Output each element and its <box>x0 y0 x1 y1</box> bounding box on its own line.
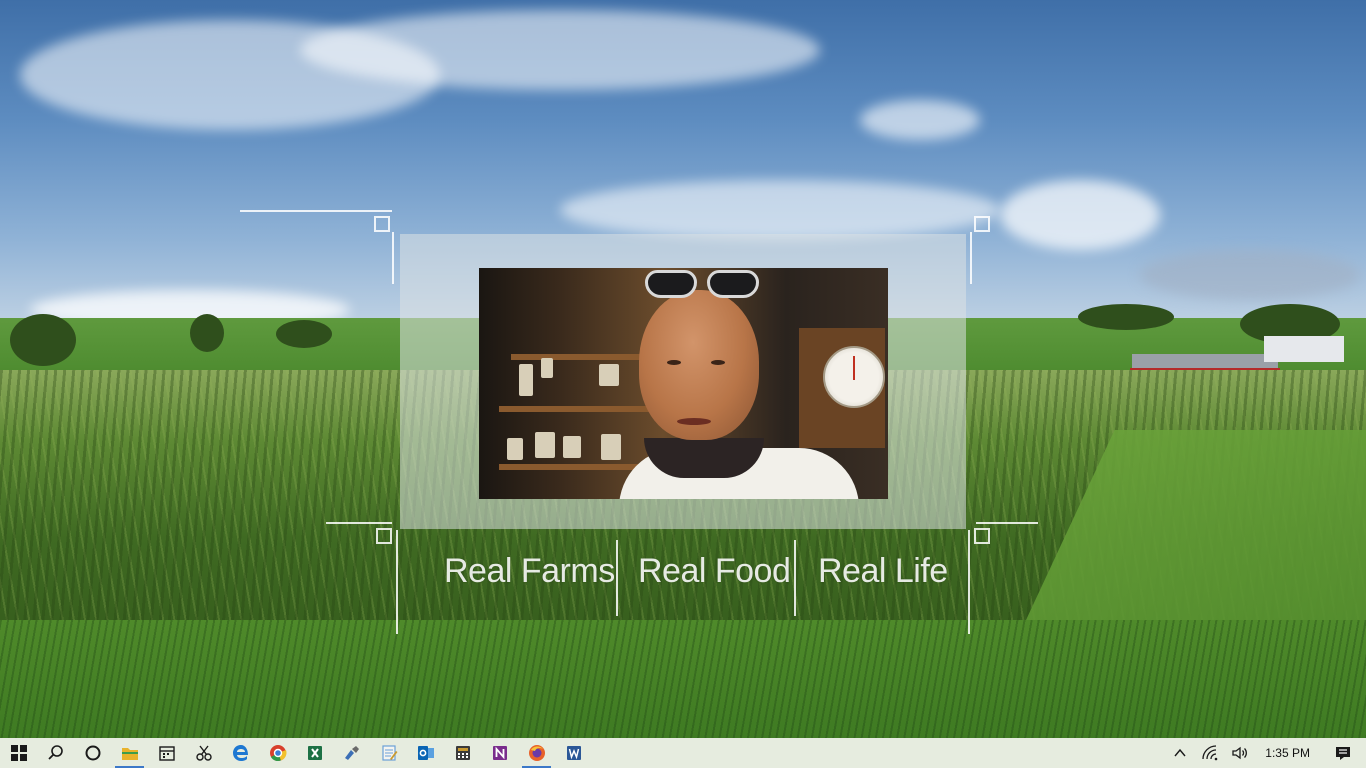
person-mouth <box>677 418 711 425</box>
outlook-button[interactable] <box>407 738 444 768</box>
frame-bracket-top-left <box>240 210 392 212</box>
cloud <box>1140 250 1360 300</box>
person-eye <box>667 360 681 365</box>
tree <box>190 314 224 352</box>
sunglasses-lens <box>645 270 697 298</box>
chrome-icon <box>269 745 287 762</box>
farmhouse <box>1264 336 1344 362</box>
cortana-icon <box>85 745 100 761</box>
taskbar-clock[interactable]: 1:35 PM <box>1255 746 1320 760</box>
excel-button[interactable] <box>296 738 333 768</box>
frame-corner-square <box>374 216 390 232</box>
jar <box>541 358 553 378</box>
system-tray: 1:35 PM <box>1165 738 1366 768</box>
onenote-icon <box>492 746 507 760</box>
firefox-button[interactable] <box>518 738 555 768</box>
tagline-real-food: Real Food <box>638 552 791 590</box>
person-eye <box>711 360 725 365</box>
frame-corner-square <box>974 528 990 544</box>
show-hidden-icons-button[interactable] <box>1165 738 1195 768</box>
shelf <box>499 406 649 412</box>
paint-button[interactable] <box>333 738 370 768</box>
search-icon <box>47 745 63 760</box>
search-button[interactable] <box>37 738 74 768</box>
sunglasses-lens <box>707 270 759 298</box>
shelf <box>511 354 641 360</box>
action-center-icon <box>1336 747 1350 760</box>
frame-bracket-bottom-right <box>976 522 1038 524</box>
notepad-icon <box>381 745 397 761</box>
cloud <box>560 180 1000 240</box>
outlook-icon <box>417 746 434 760</box>
tree <box>276 320 332 348</box>
volume-button[interactable] <box>1225 738 1255 768</box>
sunglasses <box>645 270 761 300</box>
snipping-tool-button[interactable] <box>185 738 222 768</box>
jar <box>601 434 621 460</box>
frame-bracket-bottom-right-vertical <box>968 530 970 634</box>
frame-bracket-top-left-vertical <box>392 232 394 284</box>
cloud <box>860 100 980 140</box>
frame-bracket-bottom-left-vertical <box>396 530 398 634</box>
jar <box>519 364 533 396</box>
tagline-separator <box>794 540 796 616</box>
jar <box>507 438 523 460</box>
scale-needle <box>853 356 855 380</box>
calendar-button[interactable] <box>148 738 185 768</box>
volume-icon <box>1232 746 1248 760</box>
notepad-button[interactable] <box>370 738 407 768</box>
shelf <box>499 464 649 470</box>
network-button[interactable] <box>1195 738 1225 768</box>
file-explorer-icon <box>121 748 138 760</box>
calendar-icon <box>158 746 175 761</box>
start-icon <box>10 745 27 761</box>
file-explorer-button[interactable] <box>111 738 148 768</box>
chrome-button[interactable] <box>259 738 296 768</box>
taskbar: 1:35 PM <box>0 738 1366 768</box>
frame-corner-square <box>974 216 990 232</box>
video-frame[interactable] <box>479 268 888 499</box>
paint-icon <box>344 746 359 760</box>
cloud <box>1000 180 1160 250</box>
tagline-separator <box>616 540 618 616</box>
firefox-icon <box>528 745 545 761</box>
edge-icon <box>232 745 248 761</box>
tagline-real-farms: Real Farms <box>444 552 615 590</box>
cloud <box>300 10 820 90</box>
word-button[interactable] <box>555 738 592 768</box>
jar <box>599 364 619 386</box>
excel-icon <box>307 746 322 760</box>
jar <box>563 436 581 458</box>
calculator-button[interactable] <box>444 738 481 768</box>
grass-foreground <box>0 620 1366 740</box>
tree <box>10 314 76 366</box>
action-center-button[interactable] <box>1320 738 1366 768</box>
jar <box>535 432 555 458</box>
chevron-up-icon <box>1174 748 1186 757</box>
tree <box>1078 304 1174 330</box>
onenote-button[interactable] <box>481 738 518 768</box>
edge-button[interactable] <box>222 738 259 768</box>
cortana-button[interactable] <box>74 738 111 768</box>
wifi-icon <box>1202 745 1218 761</box>
snipping-tool-icon <box>195 745 212 761</box>
tagline-real-life: Real Life <box>818 552 948 590</box>
word-icon <box>566 746 581 760</box>
frame-corner-square <box>376 528 392 544</box>
frame-bracket-top-right-vertical <box>970 232 972 284</box>
desktop-screen: Real Farms Real Food Real Life 1:35 PM <box>0 0 1366 768</box>
frame-bracket-bottom-left <box>326 522 392 524</box>
calculator-icon <box>455 746 470 760</box>
start-button[interactable] <box>0 738 37 768</box>
